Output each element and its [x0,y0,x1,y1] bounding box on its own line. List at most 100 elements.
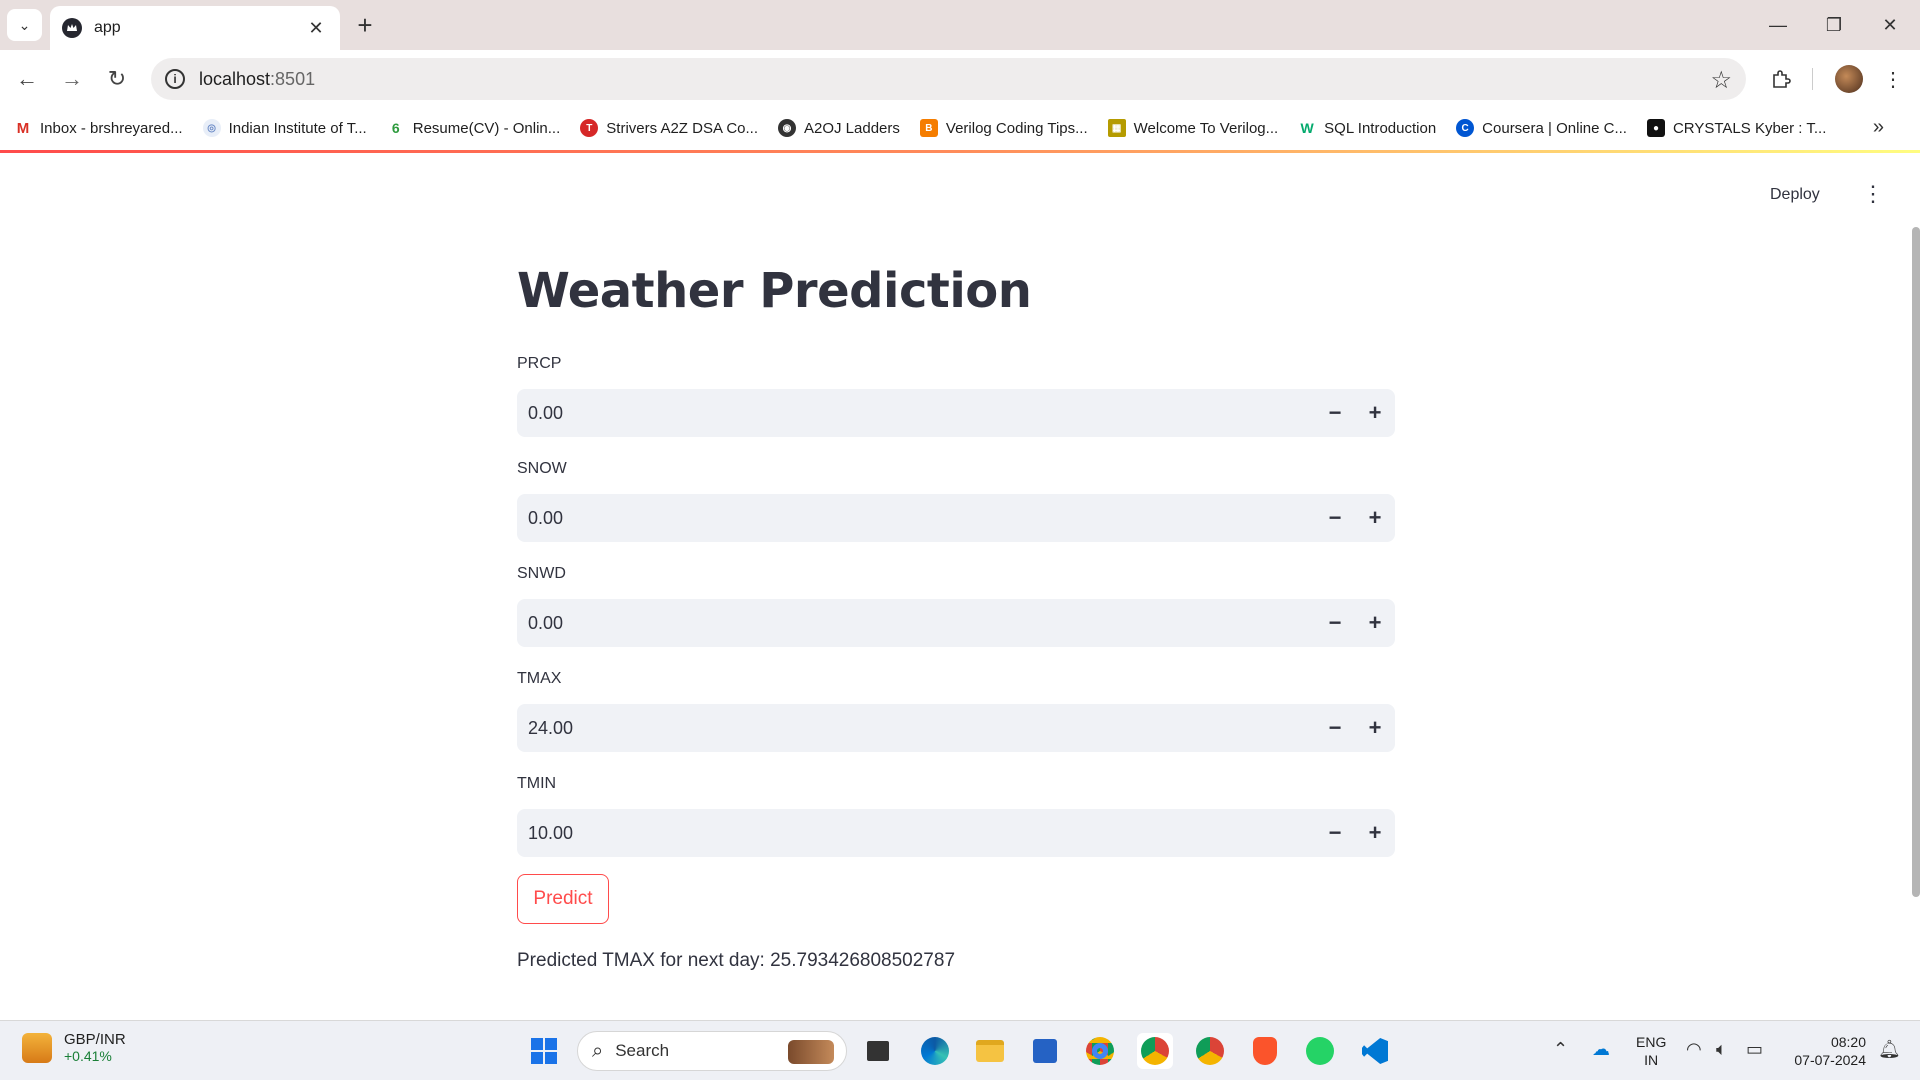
brave-icon[interactable] [1247,1033,1283,1069]
number-input-prcp: PRCP 0.00 − + [517,355,1395,437]
chrome-profile-1-icon[interactable] [1082,1033,1118,1069]
file-explorer-icon[interactable] [972,1033,1008,1069]
close-tab-icon[interactable]: ✕ [304,16,328,40]
battery-icon[interactable]: ▭ [1746,1039,1763,1060]
increment-button[interactable]: + [1355,704,1395,752]
whatsapp-icon[interactable] [1302,1033,1338,1069]
new-tab-button[interactable]: + [350,10,380,40]
site-info-icon[interactable]: i [165,69,185,89]
forward-icon[interactable]: → [55,62,89,96]
clock[interactable]: 08:20 07-07-2024 [1786,1033,1866,1069]
bookmark-label: CRYSTALS Kyber : T... [1672,119,1827,137]
stock-widget[interactable]: GBP/INR +0.41% [22,1031,126,1064]
verilog-icon: ▦ [1107,119,1126,137]
bookmark-item[interactable]: ◎ Indian Institute of T... [202,119,367,137]
minimize-icon[interactable]: — [1750,0,1806,50]
field-label: TMAX [517,670,562,687]
resume-icon: 6 [386,119,405,137]
page-scrollbar[interactable] [1912,227,1920,897]
decrement-button[interactable]: − [1315,599,1355,647]
bookmark-label: Inbox - brshreyared... [40,119,183,137]
bookmark-label: Verilog Coding Tips... [945,119,1088,137]
bookmark-item[interactable]: 6 Resume(CV) - Onlin... [386,119,560,137]
show-hidden-icons-icon[interactable]: ⌃ [1553,1039,1568,1060]
page-title: Weather Prediction [517,263,1032,319]
field-value[interactable]: 0.00 [517,508,563,529]
deploy-button[interactable]: Deploy [1770,186,1820,204]
reload-icon[interactable]: ↻ [100,62,134,96]
volume-icon[interactable]: 🔈︎ [1716,1039,1727,1060]
bookmark-label: SQL Introduction [1324,119,1437,137]
field-value[interactable]: 0.00 [517,613,563,634]
currency-icon [22,1032,52,1063]
number-input-box[interactable]: 0.00 − + [517,389,1395,437]
prediction-result: Predicted TMAX for next day: 25.79342680… [517,950,956,971]
close-window-icon[interactable]: ✕ [1862,0,1918,50]
browser-tab[interactable]: app ✕ [50,6,340,50]
main-menu-icon[interactable]: ⋮ [1862,181,1884,207]
field-label: PRCP [517,355,562,372]
bookmark-item[interactable]: M Inbox - brshreyared... [14,119,183,137]
wifi-icon[interactable]: ◠ [1686,1039,1702,1060]
bookmark-item[interactable]: ◉ A2OJ Ladders [778,119,900,137]
decrement-button[interactable]: − [1315,809,1355,857]
increment-button[interactable]: + [1355,809,1395,857]
url-host: localhost [199,68,271,89]
language-indicator[interactable]: ENG IN [1636,1033,1666,1069]
windows-start-icon[interactable] [526,1033,562,1069]
clock-date: 07-07-2024 [1794,1052,1866,1068]
notification-bell-icon[interactable]: 🔔︎ [1878,1039,1901,1060]
streamlit-favicon-icon [62,18,82,38]
microsoft-store-icon[interactable] [1027,1033,1063,1069]
chevron-down-icon: ⌄ [18,16,31,33]
extensions-icon[interactable] [1766,64,1796,94]
onedrive-icon[interactable]: ☁ [1592,1039,1610,1060]
bookmark-item[interactable]: W SQL Introduction [1298,119,1436,137]
search-highlight-icon [788,1040,834,1064]
language-line-2: IN [1644,1052,1659,1068]
bookmark-star-icon[interactable]: ☆ [1710,66,1732,95]
restore-icon[interactable]: ❐ [1806,0,1862,50]
browser-menu-icon[interactable]: ⋮ [1878,64,1908,94]
bookmark-label: Coursera | Online C... [1482,119,1627,137]
bookmark-item[interactable]: C Coursera | Online C... [1456,119,1627,137]
more-bookmarks-icon[interactable]: » [1873,116,1884,139]
number-input-box[interactable]: 24.00 − + [517,704,1395,752]
field-value[interactable]: 10.00 [517,823,573,844]
toolbar-divider [1812,68,1813,90]
vscode-icon[interactable] [1357,1033,1393,1069]
chrome-active-icon[interactable] [1137,1033,1173,1069]
increment-button[interactable]: + [1355,599,1395,647]
decrement-button[interactable]: − [1315,494,1355,542]
number-input-box[interactable]: 10.00 − + [517,809,1395,857]
tab-title: app [94,19,121,36]
task-view-icon[interactable] [860,1033,896,1069]
predict-button[interactable]: Predict [517,874,609,924]
profile-avatar[interactable] [1835,65,1863,93]
bookmark-item[interactable]: ▦ Welcome To Verilog... [1107,119,1279,137]
tab-search-button[interactable]: ⌄ [7,9,42,41]
taskbar-search[interactable]: ⌕ Search [577,1031,847,1071]
bookmark-item[interactable]: ● CRYSTALS Kyber : T... [1646,119,1827,137]
bookmark-item[interactable]: B Verilog Coding Tips... [919,119,1088,137]
field-value[interactable]: 0.00 [517,403,563,424]
increment-button[interactable]: + [1355,389,1395,437]
bookmarks-bar: M Inbox - brshreyared... ◎ Indian Instit… [0,108,1920,148]
bookmark-label: Indian Institute of T... [228,119,367,137]
increment-button[interactable]: + [1355,494,1395,542]
field-label: SNOW [517,460,567,477]
number-input-box[interactable]: 0.00 − + [517,599,1395,647]
blogger-icon: B [919,119,938,137]
decrement-button[interactable]: − [1315,389,1355,437]
field-value[interactable]: 24.00 [517,718,573,739]
chrome-profile-2-icon[interactable] [1192,1033,1228,1069]
search-placeholder: Search [615,1041,670,1060]
number-input-box[interactable]: 0.00 − + [517,494,1395,542]
bookmark-label: Welcome To Verilog... [1133,119,1279,137]
bookmark-item[interactable]: T Strivers A2Z DSA Co... [580,119,758,137]
address-bar[interactable]: i localhost :8501 ☆ [151,58,1746,100]
back-icon[interactable]: ← [10,62,44,96]
edge-icon[interactable] [917,1033,953,1069]
decrement-button[interactable]: − [1315,704,1355,752]
ticker-change: +0.41% [64,1048,112,1064]
